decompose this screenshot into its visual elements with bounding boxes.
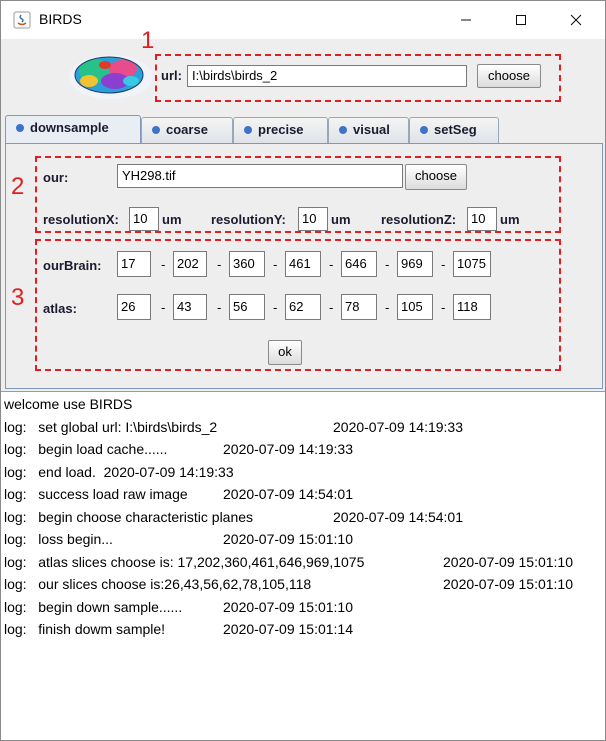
slice-separator: - xyxy=(217,257,222,272)
window-title: BIRDS xyxy=(39,11,82,27)
tab-label: setSeg xyxy=(434,122,477,137)
url-label: url: xyxy=(161,68,182,83)
log-line: log: set global url: I:\birds\birds_2 xyxy=(4,419,218,435)
tab-dot-icon xyxy=(420,125,428,134)
our-label: our: xyxy=(43,170,69,185)
log-line: log: end load. 2020-07-09 14:19:33 xyxy=(4,464,234,480)
log-line: log: begin down sample...... xyxy=(4,599,183,615)
slice-separator: - xyxy=(441,300,446,315)
slice-separator: - xyxy=(161,257,166,272)
tab-dot-icon xyxy=(152,125,160,134)
tab-dot-icon xyxy=(244,125,252,134)
tab-visual[interactable]: visual xyxy=(328,117,409,143)
log-line: log: begin choose characteristic planes xyxy=(4,509,254,525)
our-brain-slice-input[interactable]: 461 xyxy=(285,251,321,277)
tab-precise[interactable]: precise xyxy=(233,117,328,143)
our-choose-button[interactable]: choose xyxy=(405,164,467,190)
atlas-slice-input[interactable]: 78 xyxy=(341,294,377,320)
our-brain-slice-input[interactable]: 360 xyxy=(229,251,265,277)
slice-separator: - xyxy=(217,300,222,315)
log-timestamp: 2020-07-09 15:01:10 xyxy=(223,531,353,547)
slice-separator: - xyxy=(161,300,166,315)
annotation-2: 2 xyxy=(11,173,25,200)
ok-button[interactable]: ok xyxy=(268,340,302,365)
log-timestamp: 2020-07-09 15:01:10 xyxy=(443,554,573,570)
tab-label: precise xyxy=(258,122,304,137)
resolution-y-label: resolutionY: xyxy=(211,212,286,227)
log-timestamp: 2020-07-09 15:01:10 xyxy=(443,576,573,592)
tab-label: visual xyxy=(353,122,390,137)
log-line: welcome use BIRDS xyxy=(4,396,133,412)
log-line: log: loss begin... xyxy=(4,531,113,547)
atlas-slice-input[interactable]: 43 xyxy=(173,294,207,320)
log-line: log: begin load cache...... xyxy=(4,441,168,457)
tab-dot-icon xyxy=(16,123,24,132)
slice-separator: - xyxy=(385,300,390,315)
log-timestamp: 2020-07-09 14:19:33 xyxy=(223,441,353,457)
title-bar[interactable]: BIRDS xyxy=(1,1,605,39)
resolution-z-unit: um xyxy=(500,212,520,227)
annotation-3: 3 xyxy=(11,284,25,311)
slice-separator: - xyxy=(329,300,334,315)
atlas-slice-input[interactable]: 26 xyxy=(117,294,151,320)
log-line: log: finish dowm sample! xyxy=(4,621,166,637)
log-timestamp: 2020-07-09 14:54:01 xyxy=(333,509,463,525)
resolution-x-unit: um xyxy=(162,212,182,227)
resolution-z-label: resolutionZ: xyxy=(381,212,457,227)
log-output[interactable]: welcome use BIRDS log: set global url: I… xyxy=(1,391,605,740)
slice-separator: - xyxy=(273,257,278,272)
resolution-x-label: resolutionX: xyxy=(43,212,119,227)
slice-separator: - xyxy=(441,257,446,272)
our-brain-slice-input[interactable]: 969 xyxy=(397,251,433,277)
our-brain-slice-input[interactable]: 1075 xyxy=(453,251,491,277)
our-brain-label: ourBrain: xyxy=(43,258,102,273)
our-file-input[interactable]: YH298.tif xyxy=(117,164,403,188)
slice-separator: - xyxy=(385,257,390,272)
maximize-button[interactable] xyxy=(498,1,544,39)
log-line: log: our slices choose is:26,43,56,62,78… xyxy=(4,576,312,592)
log-line: log: success load raw image xyxy=(4,486,188,502)
resolution-x-input[interactable]: 10 xyxy=(129,207,159,231)
slice-separator: - xyxy=(273,300,278,315)
resolution-y-input[interactable]: 10 xyxy=(298,207,328,231)
maximize-icon xyxy=(516,15,526,25)
our-brain-slice-input[interactable]: 202 xyxy=(173,251,207,277)
minimize-button[interactable] xyxy=(443,1,489,39)
close-icon xyxy=(570,14,582,26)
resolution-y-unit: um xyxy=(331,212,351,227)
atlas-slice-input[interactable]: 56 xyxy=(229,294,265,320)
log-line: log: atlas slices choose is: 17,202,360,… xyxy=(4,554,365,570)
tab-label: downsample xyxy=(30,120,109,135)
close-button[interactable] xyxy=(553,1,599,39)
url-choose-button[interactable]: choose xyxy=(477,64,541,88)
tab-downsample[interactable]: downsample xyxy=(5,115,141,145)
url-input[interactable]: I:\birds\birds_2 xyxy=(187,65,467,87)
minimize-icon xyxy=(461,19,471,21)
atlas-label: atlas: xyxy=(43,301,77,316)
birds-window: BIRDS 1 url: I:\birds\birds_2 choose dow… xyxy=(0,0,606,741)
atlas-slice-input[interactable]: 118 xyxy=(453,294,491,320)
log-timestamp: 2020-07-09 14:54:01 xyxy=(223,486,353,502)
tab-coarse[interactable]: coarse xyxy=(141,117,233,143)
slice-separator: - xyxy=(329,257,334,272)
java-app-icon xyxy=(13,11,31,29)
tab-dot-icon xyxy=(339,125,347,134)
resolution-z-input[interactable]: 10 xyxy=(467,207,497,231)
our-brain-slice-input[interactable]: 17 xyxy=(117,251,151,277)
log-timestamp: 2020-07-09 15:01:14 xyxy=(223,621,353,637)
tab-setseg[interactable]: setSeg xyxy=(409,117,499,143)
our-brain-slice-input[interactable]: 646 xyxy=(341,251,377,277)
atlas-slice-input[interactable]: 105 xyxy=(397,294,433,320)
atlas-slice-input[interactable]: 62 xyxy=(285,294,321,320)
log-timestamp: 2020-07-09 14:19:33 xyxy=(333,419,463,435)
brain-logo-image xyxy=(69,55,153,99)
annotation-1: 1 xyxy=(141,27,155,54)
log-timestamp: 2020-07-09 15:01:10 xyxy=(223,599,353,615)
tab-label: coarse xyxy=(166,122,208,137)
